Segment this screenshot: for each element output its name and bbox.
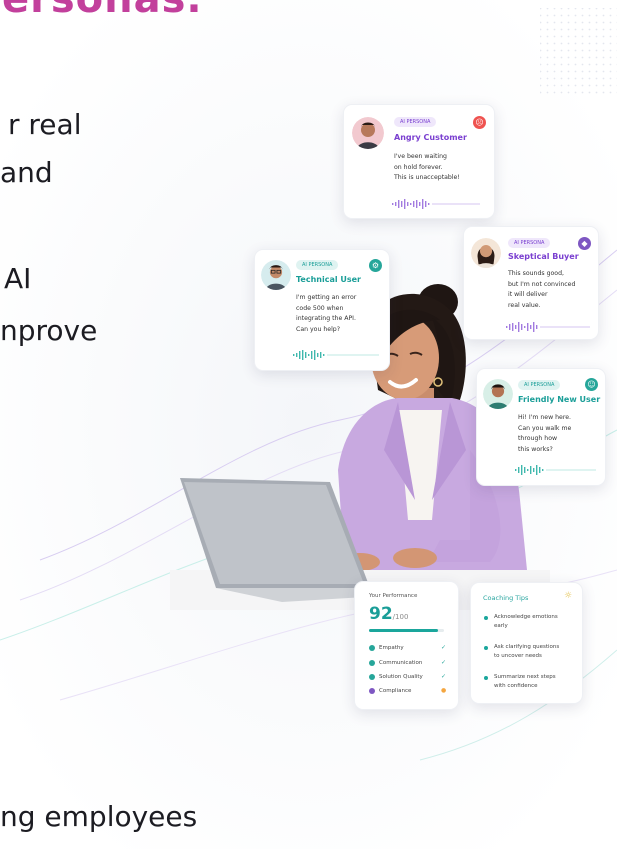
- metric-dot: [369, 660, 375, 666]
- avatar: [352, 117, 384, 149]
- voice-waveform: [392, 199, 480, 209]
- score-progress-bar: [369, 629, 444, 632]
- persona-card-friendly-new-user[interactable]: AI PERSONA Friendly New User Hi! I'm new…: [476, 368, 606, 486]
- lightbulb-icon: ☼: [564, 591, 573, 601]
- metric-dot: [369, 674, 375, 680]
- persona-name: Friendly New User: [518, 395, 601, 404]
- metric-label: Empathy: [379, 645, 404, 651]
- voice-waveform: [506, 322, 590, 332]
- angry-face-icon: ☹: [473, 116, 486, 129]
- metric-label: Communication: [379, 660, 423, 666]
- voice-waveform: [293, 350, 379, 360]
- persona-message: I've been waiting on hold forever. This …: [394, 153, 460, 181]
- persona-card-angry-customer[interactable]: AI PERSONA Angry Customer I've been wait…: [343, 104, 495, 219]
- performance-card: Your Performance 92/100 Empathy ✓ Commun…: [354, 581, 459, 710]
- avatar: [471, 238, 501, 268]
- persona-message: This sounds good, but I'm not convinced …: [508, 270, 576, 309]
- coaching-tip: Ask clarifying questions to uncover need…: [494, 644, 560, 659]
- avatar: [261, 260, 291, 290]
- hero-title: ersonas.: [2, 0, 203, 22]
- persona-name: Technical User: [296, 275, 361, 284]
- coaching-tips-title: Coaching Tips: [483, 594, 529, 602]
- persona-name: Skeptical Buyer: [508, 252, 579, 261]
- check-icon: ✓: [441, 673, 447, 680]
- check-icon: ✓: [441, 659, 447, 666]
- persona-name: Angry Customer: [394, 133, 467, 142]
- avatar: [483, 379, 513, 409]
- coaching-tip: Acknowledge emotions early: [494, 614, 558, 629]
- smile-icon: ☺: [585, 378, 598, 391]
- shield-icon: ◆: [578, 237, 591, 250]
- hero-line-4: nprove: [0, 314, 98, 347]
- metric-dot: [369, 645, 375, 651]
- persona-card-technical-user[interactable]: AI PERSONA Technical User I'm getting an…: [254, 249, 390, 371]
- persona-message: Hi! I'm new here. Can you walk me throug…: [518, 414, 572, 453]
- hero-line-3: AI: [4, 262, 32, 295]
- metric-dot: [369, 688, 375, 694]
- performance-title: Your Performance: [369, 593, 418, 599]
- tip-bullet: [484, 616, 488, 620]
- hero-line-1: r real: [8, 108, 82, 141]
- hero-line-5: ng employees: [0, 800, 198, 833]
- hero-line-2: and: [0, 156, 53, 189]
- performance-score: 92/100: [369, 604, 409, 624]
- score-progress-fill: [369, 629, 438, 632]
- persona-message: I'm getting an error code 500 when integ…: [296, 294, 357, 333]
- persona-tag: AI PERSONA: [296, 260, 339, 270]
- metric-label: Compliance: [379, 688, 412, 694]
- gear-icon: ⚙: [369, 259, 382, 272]
- persona-card-skeptical-buyer[interactable]: AI PERSONA Skeptical Buyer This sounds g…: [463, 226, 599, 340]
- persona-tag: AI PERSONA: [508, 238, 551, 248]
- coaching-tips-card: Coaching Tips ☼ Acknowledge emotions ear…: [470, 582, 583, 704]
- tip-bullet: [484, 646, 488, 650]
- slide: ersonas. r real and AI nprove ng employe…: [0, 0, 617, 849]
- voice-waveform: [515, 465, 596, 475]
- persona-tag: AI PERSONA: [518, 380, 561, 390]
- warning-icon: ●: [441, 687, 447, 694]
- check-icon: ✓: [441, 644, 447, 651]
- tip-bullet: [484, 676, 488, 680]
- persona-tag: AI PERSONA: [394, 117, 437, 127]
- coaching-tip: Summarize next steps with confidence: [494, 674, 556, 689]
- metric-label: Solution Quality: [379, 674, 423, 680]
